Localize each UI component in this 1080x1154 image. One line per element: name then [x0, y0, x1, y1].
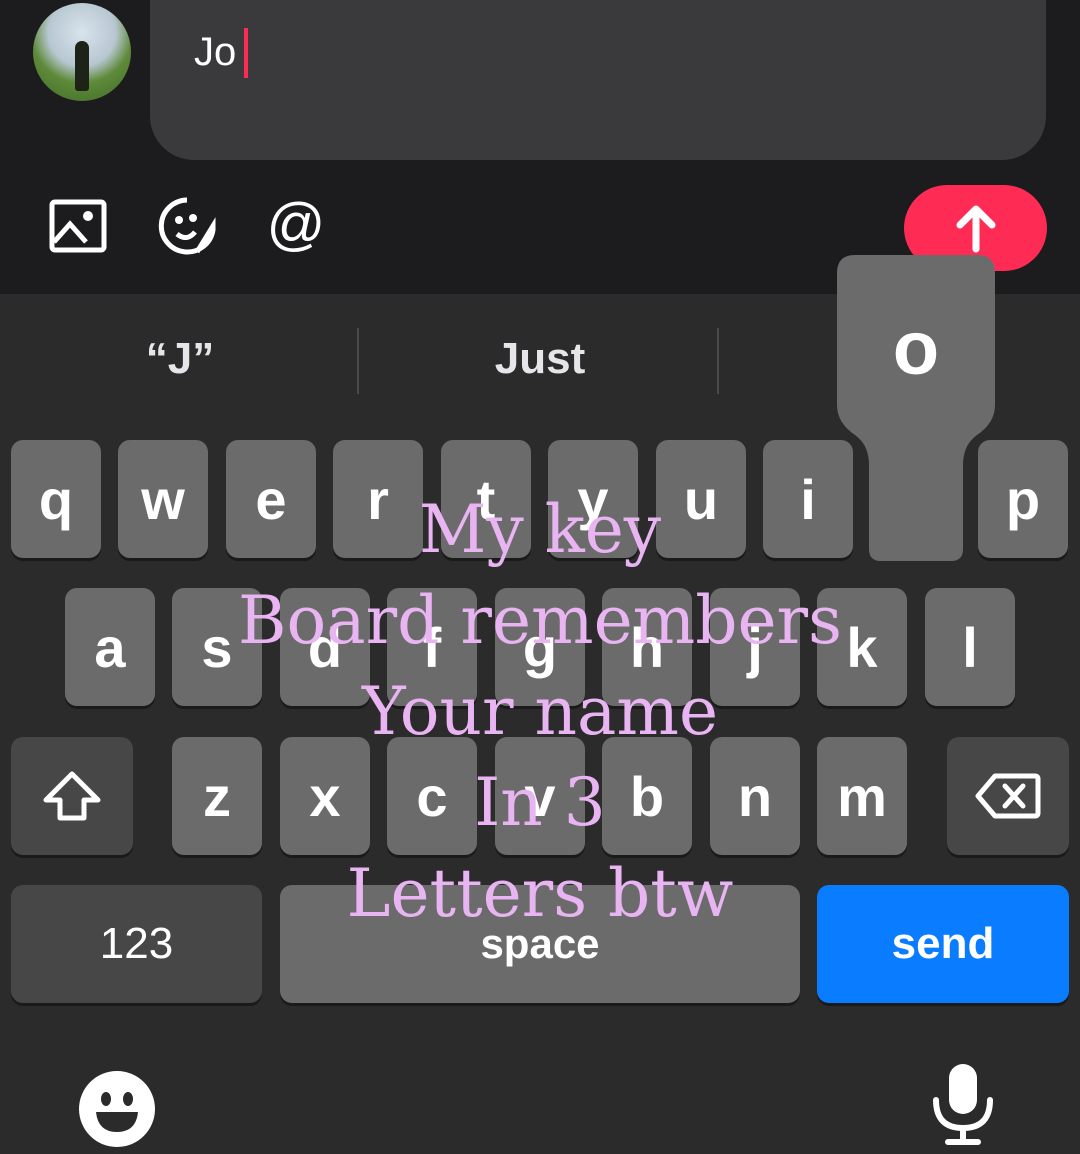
overlay-line: Board remembers	[238, 582, 842, 659]
overlay-caption: My key Board remembers Your name In 3 Le…	[200, 484, 880, 939]
shift-icon	[43, 771, 101, 821]
backspace-icon	[975, 773, 1041, 819]
shift-key[interactable]	[11, 737, 133, 855]
divider	[717, 328, 719, 394]
arrow-up-icon	[956, 205, 996, 253]
suggestion-item[interactable]: “J”	[0, 334, 360, 384]
backspace-key[interactable]	[947, 737, 1069, 855]
comment-text: Jo	[194, 30, 237, 74]
sticker-icon[interactable]	[157, 196, 217, 256]
overlay-line: Your name	[361, 673, 719, 750]
overlay-line: In 3	[474, 764, 606, 841]
text-cursor	[244, 28, 248, 78]
key-q[interactable]: q	[11, 440, 101, 558]
suggestion-item[interactable]: Just	[360, 334, 720, 384]
comment-input[interactable]: Jo	[150, 0, 1046, 160]
key-a[interactable]: a	[65, 588, 155, 706]
microphone-icon[interactable]	[930, 1062, 996, 1146]
overlay-line: My key	[418, 491, 662, 568]
comment-composer: Jo @	[0, 0, 1080, 294]
avatar[interactable]	[33, 3, 131, 101]
mention-icon[interactable]: @	[266, 196, 326, 256]
svg-text:@: @	[267, 196, 326, 256]
image-icon[interactable]	[48, 196, 108, 256]
divider	[357, 328, 359, 394]
key-o-label: o	[892, 306, 940, 391]
emoji-icon[interactable]	[78, 1070, 156, 1148]
overlay-line: Letters btw	[346, 855, 734, 932]
key-l[interactable]: l	[925, 588, 1015, 706]
key-w[interactable]: w	[118, 440, 208, 558]
